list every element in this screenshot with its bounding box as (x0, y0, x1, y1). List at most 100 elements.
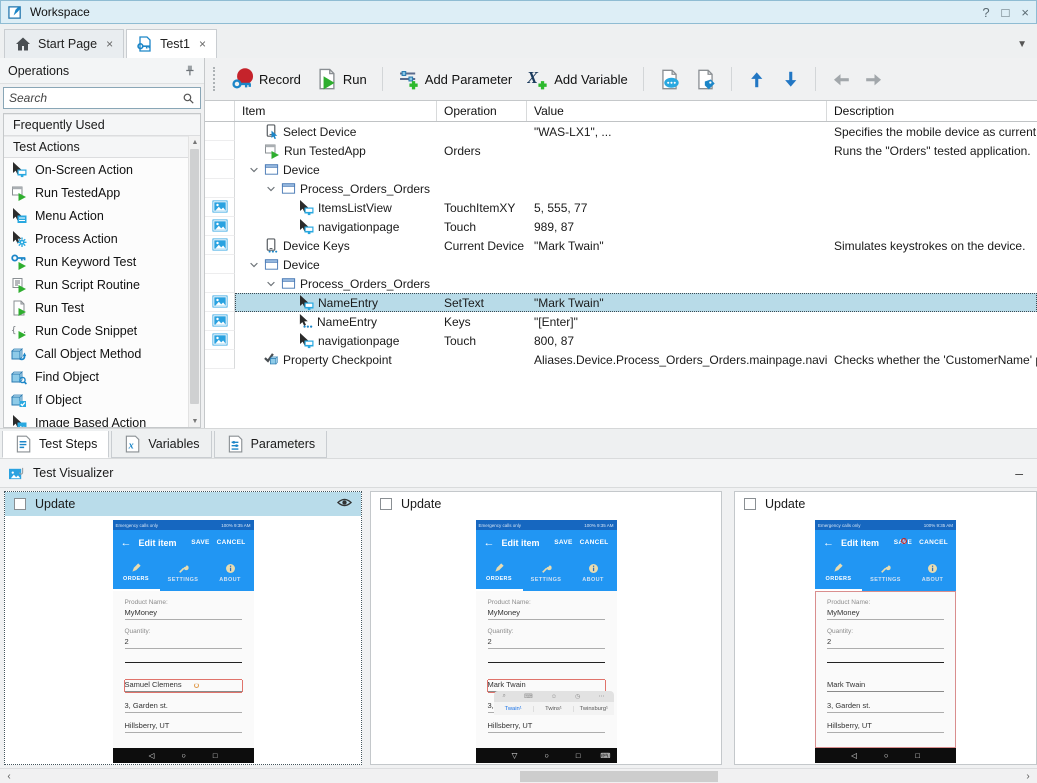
chevron-down-icon[interactable] (248, 164, 260, 176)
horizontal-scrollbar[interactable]: ‹ › (0, 768, 1037, 783)
panel-tab-variables[interactable]: xVariables (111, 431, 211, 458)
row-body[interactable]: NameEntrySetText"Mark Twain" (235, 293, 1037, 312)
column-header-operation[interactable]: Operation (437, 101, 527, 121)
tree-expand-toggle[interactable] (264, 183, 277, 195)
update-checkbox[interactable] (744, 498, 756, 510)
sidebar-item-if-object[interactable]: If Object (4, 388, 200, 411)
eye-icon[interactable] (337, 495, 352, 513)
row-gutter-cell[interactable] (205, 236, 235, 255)
row-gutter-cell[interactable] (205, 217, 235, 236)
image-icon[interactable] (212, 199, 228, 215)
row-body[interactable]: Device (235, 255, 1037, 274)
tab-test1[interactable]: Test1× (126, 29, 217, 58)
table-row[interactable]: navigationpageTouch989, 87 (205, 217, 1037, 236)
tree-expand-toggle[interactable] (247, 259, 260, 271)
row-body[interactable]: navigationpageTouch800, 87 (235, 331, 1037, 350)
undo-button[interactable] (826, 67, 855, 92)
table-row[interactable]: Select Device"WAS-LX1", ...Specifies the… (205, 122, 1037, 141)
visualizer-panel[interactable]: UpdateEmergency calls only100% 9:35 AM←E… (4, 491, 362, 765)
sidebar-item-process-action[interactable]: Process Action (4, 227, 200, 250)
hscrollbar-thumb[interactable] (520, 771, 718, 782)
column-header-gutter[interactable] (205, 101, 235, 121)
sidebar-item-find-object[interactable]: Find Object (4, 365, 200, 388)
scroll-down-arrow[interactable]: ▼ (189, 415, 201, 427)
panel-tab-test-steps[interactable]: Test Steps (2, 431, 109, 458)
row-body[interactable]: Property CheckpointAliases.Device.Proces… (235, 350, 1037, 369)
table-row[interactable]: NameEntryKeys"[Enter]" (205, 312, 1037, 331)
row-body[interactable]: Select Device"WAS-LX1", ...Specifies the… (235, 122, 1037, 141)
row-body[interactable]: Process_Orders_Orders (235, 179, 1037, 198)
table-row[interactable]: Property CheckpointAliases.Device.Proces… (205, 350, 1037, 369)
tree-expand-toggle[interactable] (247, 164, 260, 176)
help-button[interactable]: ? (982, 5, 989, 20)
table-row[interactable]: Device (205, 255, 1037, 274)
run-button[interactable]: Run (311, 65, 372, 93)
pin-icon[interactable] (183, 64, 196, 77)
table-row[interactable]: Process_Orders_Orders (205, 274, 1037, 293)
sidebar-item-menu-action[interactable]: Menu Action (4, 204, 200, 227)
table-row[interactable]: navigationpageTouch800, 87 (205, 331, 1037, 350)
eye-icon[interactable] (337, 495, 352, 510)
row-gutter-cell[interactable] (205, 122, 235, 141)
sidebar-item-image-based-action[interactable]: Image Based Action (4, 411, 200, 428)
row-gutter-cell[interactable] (205, 198, 235, 217)
image-icon[interactable] (212, 237, 228, 253)
scroll-right-arrow[interactable]: › (1021, 769, 1035, 783)
image-icon[interactable] (212, 218, 228, 234)
image-icon[interactable] (212, 313, 228, 329)
tree-expand-toggle[interactable] (264, 278, 277, 290)
image-icon[interactable] (212, 294, 228, 310)
add-variable-button[interactable]: XAdd Variable (522, 65, 632, 93)
row-body[interactable]: Device KeysCurrent Device"Mark Twain"Sim… (235, 236, 1037, 255)
scroll-left-arrow[interactable]: ‹ (2, 769, 16, 783)
row-gutter-cell[interactable] (205, 331, 235, 350)
column-header-value[interactable]: Value (527, 101, 827, 121)
search-input[interactable] (9, 91, 182, 105)
column-header-description[interactable]: Description (827, 101, 1037, 121)
tab-overflow-button[interactable]: ▼ (1017, 39, 1027, 50)
sidebar-item-call-object-method[interactable]: Call Object Method (4, 342, 200, 365)
row-gutter-cell[interactable] (205, 293, 235, 312)
row-gutter-cell[interactable] (205, 141, 235, 160)
row-body[interactable]: navigationpageTouch989, 87 (235, 217, 1037, 236)
redo-button[interactable] (860, 67, 889, 92)
tab-close-icon[interactable]: × (104, 37, 113, 51)
column-header-item[interactable]: Item (235, 101, 437, 121)
move-down-button[interactable] (776, 67, 805, 92)
row-gutter-cell[interactable] (205, 179, 235, 198)
sidebar-item-run-keyword-test[interactable]: Run Keyword Test (4, 250, 200, 273)
row-body[interactable]: Device (235, 160, 1037, 179)
table-row[interactable]: Device (205, 160, 1037, 179)
row-gutter-cell[interactable] (205, 255, 235, 274)
table-row[interactable]: Process_Orders_Orders (205, 179, 1037, 198)
sidebar-section-test-actions[interactable]: Test Actions (4, 136, 200, 158)
sidebar-item-run-code-snippet[interactable]: {..}Run Code Snippet (4, 319, 200, 342)
sidebar-item-run-testedapp[interactable]: Run TestedApp (4, 181, 200, 204)
row-gutter-cell[interactable] (205, 350, 235, 369)
maximize-button[interactable]: □ (1002, 5, 1010, 20)
sidebar-item-run-script-routine[interactable]: Run Script Routine (4, 273, 200, 296)
row-body[interactable]: ItemsListViewTouchItemXY5, 555, 77 (235, 198, 1037, 217)
image-icon[interactable] (212, 332, 228, 348)
row-gutter-cell[interactable] (205, 312, 235, 331)
row-body[interactable]: Process_Orders_Orders (235, 274, 1037, 293)
sidebar-scrollbar[interactable]: ▲ ▼ (188, 136, 200, 427)
row-gutter-cell[interactable] (205, 160, 235, 179)
move-up-button[interactable] (742, 67, 771, 92)
table-row[interactable]: Run TestedAppOrdersRuns the "Orders" tes… (205, 141, 1037, 160)
update-checkbox[interactable] (14, 498, 26, 510)
chevron-down-icon[interactable] (248, 259, 260, 271)
close-button[interactable]: × (1021, 5, 1029, 20)
sidebar-item-on-screen-action[interactable]: On-Screen Action (4, 158, 200, 181)
row-body[interactable]: Run TestedAppOrdersRuns the "Orders" tes… (235, 141, 1037, 160)
add-parameter-button[interactable]: Add Parameter (393, 65, 517, 93)
sidebar-item-run-test[interactable]: Run Test (4, 296, 200, 319)
chevron-down-icon[interactable] (265, 183, 277, 195)
tag-button[interactable] (690, 66, 721, 93)
tab-close-icon[interactable]: × (197, 37, 206, 51)
tab-start-page[interactable]: Start Page× (4, 29, 124, 58)
row-gutter-cell[interactable] (205, 274, 235, 293)
visualizer-minimize-button[interactable]: – (1015, 465, 1029, 481)
table-row[interactable]: ItemsListViewTouchItemXY5, 555, 77 (205, 198, 1037, 217)
update-checkbox[interactable] (380, 498, 392, 510)
